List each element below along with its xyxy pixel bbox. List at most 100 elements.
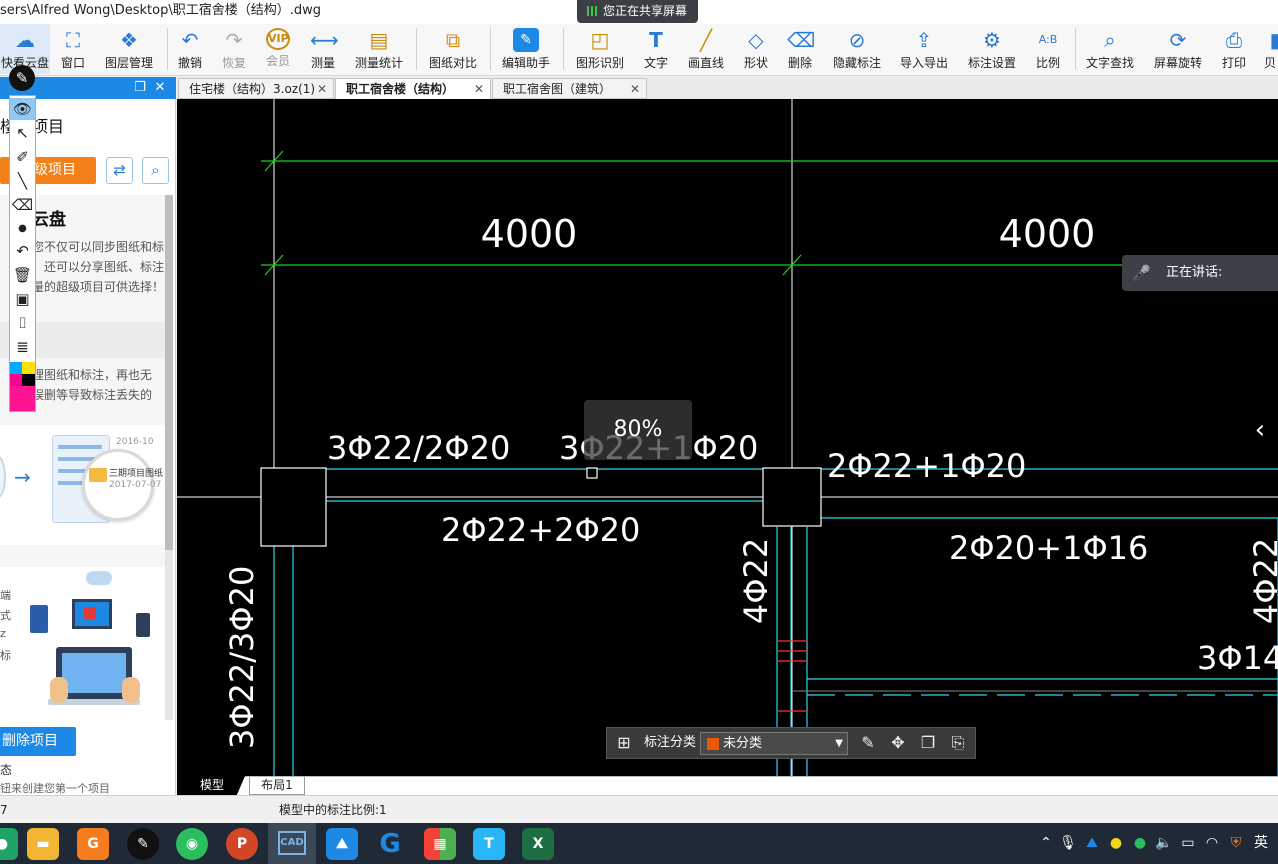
cloud-icon: ☁ [15, 28, 35, 52]
toolbar-measure-button[interactable]: ⟷ 测量 [305, 24, 341, 74]
color-black[interactable] [22, 374, 35, 386]
paste-icon[interactable]: ⎘ [947, 728, 969, 758]
current-color-swatch[interactable] [10, 386, 35, 411]
toolbar-measure-stats-button[interactable]: ▤ 测量统计 [350, 24, 408, 74]
toolbar-shape-recognize-button[interactable]: ◰ 图形识别 [571, 24, 629, 74]
tab-close-icon[interactable]: ✕ [317, 79, 327, 99]
annotation-category-select[interactable]: 未分类 ▼ [700, 732, 848, 755]
app-g-icon[interactable]: G [77, 828, 109, 860]
chrome-tray-icon[interactable]: ● [1106, 823, 1126, 864]
toolbar-text-search-button[interactable]: ⌕ 文字查找 [1082, 24, 1138, 74]
tab-dormitory-structure[interactable]: 职工宿舍楼（结构） ✕ [335, 78, 491, 99]
microphone-icon[interactable]: 🎙 [1058, 823, 1078, 864]
screen-share-indicator[interactable]: 您正在共享屏幕 [577, 0, 698, 23]
volume-icon[interactable]: 🔈 [1154, 823, 1174, 864]
document-tabs: 住宅楼（结构）3.oz(1) ✕ 职工宿舍楼（结构） ✕ 职工宿舍图（建筑） ✕ [177, 77, 1278, 99]
tab-layout1[interactable]: 布局1 [249, 777, 305, 795]
toolbar-rotate-screen-button[interactable]: ⟳ 屏幕旋转 [1148, 24, 1208, 74]
toolbar-edit-assistant-button[interactable]: ✎ 编辑助手 [497, 24, 555, 74]
shield-icon[interactable]: ⛨ [1226, 823, 1246, 864]
pen-icon[interactable]: ╲ [10, 170, 35, 192]
cursor-icon[interactable]: ↖ [10, 122, 35, 144]
eye-icon[interactable]: 👁 [10, 98, 35, 120]
battery-icon[interactable]: ▭ [1178, 823, 1198, 864]
sync-icon: ⇄ [113, 161, 126, 179]
edit-icon[interactable]: ✎ [857, 728, 879, 758]
scrollbar-thumb[interactable] [165, 195, 173, 550]
rotate-screen-icon: ⟳ [1169, 28, 1187, 52]
wechat-tray-icon[interactable]: ● [1130, 823, 1150, 864]
color-magenta[interactable] [10, 374, 22, 386]
clipboard-icon[interactable]: ≣ [10, 336, 35, 358]
rebar-label: 3Φ14 [1197, 639, 1278, 677]
layout-tabs: 模型 布局1 [177, 776, 1278, 795]
app-grid-icon[interactable]: ▦ [424, 828, 456, 860]
search-button[interactable]: ⌕ [142, 157, 169, 184]
highlighter-icon[interactable]: ✐ [10, 146, 35, 168]
toolbar-print-button[interactable]: ⎙ 打印 [1216, 24, 1252, 74]
tab-residential-structure[interactable]: 住宅楼（结构）3.oz(1) ✕ [178, 78, 334, 99]
meeting-app-icon[interactable]: ⛰ [326, 828, 358, 860]
toolbar-text-button[interactable]: T 文字 [638, 24, 674, 74]
tab-close-icon[interactable]: ✕ [474, 79, 484, 99]
window-title: sers\Alfred Wong\Desktop\职工宿舍楼（结构）.dwg [0, 3, 321, 18]
annotation-category-label: 标注分类 [644, 735, 697, 750]
wechat-app-icon[interactable]: ● [0, 828, 18, 860]
toolbar-window-button[interactable]: ⛶ 窗口 [54, 24, 92, 74]
eraser-icon[interactable]: ⌫ [10, 194, 35, 216]
delete-project-button[interactable]: 删除项目 [0, 727, 76, 756]
file-explorer-icon[interactable]: ▬ [27, 828, 59, 860]
printer-icon: ⎙ [1226, 28, 1242, 52]
toolbar-vip-button[interactable]: VIP 会员 [260, 24, 296, 74]
dimension-text-left: 4000 [481, 212, 578, 256]
toolbar-undo-button[interactable]: ↶ 撤销 [172, 24, 208, 74]
camera-icon[interactable]: ⌷ [10, 312, 35, 334]
app-blue-g-icon[interactable]: G [374, 828, 406, 860]
color-cyan[interactable] [10, 362, 22, 374]
input-method-indicator[interactable]: 英 [1250, 823, 1272, 864]
dot-size-icon[interactable]: ● [10, 218, 35, 240]
hint-text: 钮来创建您第一个项目 [0, 782, 110, 795]
close-icon[interactable]: ✕ [152, 80, 168, 96]
app-t-icon[interactable]: T [473, 828, 505, 860]
toolbar-compare-button[interactable]: ⧉ 图纸对比 [424, 24, 482, 74]
marker-app-icon[interactable]: ✎ [127, 828, 159, 860]
pen-marker-icon[interactable]: ✎ [9, 65, 35, 91]
tab-close-icon[interactable]: ✕ [630, 79, 640, 99]
trash-icon[interactable]: 🗑 [10, 264, 35, 286]
restore-icon[interactable]: ❐ [132, 80, 148, 96]
undo-icon[interactable]: ↶ [10, 240, 35, 262]
measure-stats-icon: ▤ [369, 28, 389, 52]
cad-viewer-icon[interactable]: CAD [268, 823, 316, 864]
spotlight-icon[interactable]: ▣ [10, 288, 35, 310]
toolbar-layers-button[interactable]: ❖ 图层管理 [100, 24, 158, 74]
wifi-icon[interactable]: ◠ [1202, 823, 1222, 864]
toolbar-shape-button[interactable]: ◇ 形状 [738, 24, 774, 74]
powerpoint-icon[interactable]: P [226, 828, 258, 860]
toolbar-more-button[interactable]: ▮ 贝 [1262, 24, 1278, 74]
toolbar-redo-button[interactable]: ↷ 恢复 [216, 24, 252, 74]
microphone-muted-icon: 🎤 [1132, 264, 1151, 282]
panel-scrollbar[interactable] [165, 195, 173, 720]
tab-model[interactable]: 模型 [191, 777, 233, 795]
window-icon: ⛶ [66, 28, 80, 52]
chevron-up-icon[interactable]: ⌃ [1036, 823, 1056, 864]
toolbar-line-button[interactable]: ╱ 画直线 [682, 24, 730, 74]
toolbar-scale-button[interactable]: A:B 比例 [1030, 24, 1066, 74]
cloud-icon [86, 571, 112, 585]
grid-icon[interactable]: ⊞ [613, 728, 635, 758]
meeting-tray-icon[interactable]: ⛰ [1082, 823, 1102, 864]
toolbar-hide-annotation-button[interactable]: ⊘ 隐藏标注 [828, 24, 886, 74]
toolbar-annotation-settings-button[interactable]: ⚙ 标注设置 [962, 24, 1022, 74]
excel-icon[interactable]: X [522, 828, 554, 860]
copy-icon[interactable]: ❐ [917, 728, 939, 758]
toolbar-import-export-button[interactable]: ⇪ 导入导出 [895, 24, 953, 74]
toolbar-delete-button[interactable]: ⌫ 删除 [782, 24, 818, 74]
move-icon[interactable]: ✥ [887, 728, 909, 758]
sync-button[interactable]: ⇄ [106, 157, 133, 184]
color-yellow[interactable] [22, 362, 35, 374]
cad-drawing-canvas[interactable]: 4000 4000 3Φ22/2Φ20 3Φ22+1Φ20 2Φ22+2Φ20 … [177, 99, 1278, 776]
chevron-left-icon[interactable]: ‹ [1250, 415, 1270, 445]
tab-dormitory-architecture[interactable]: 职工宿舍图（建筑） ✕ [492, 78, 647, 99]
chrome-icon[interactable]: ◉ [176, 828, 208, 860]
